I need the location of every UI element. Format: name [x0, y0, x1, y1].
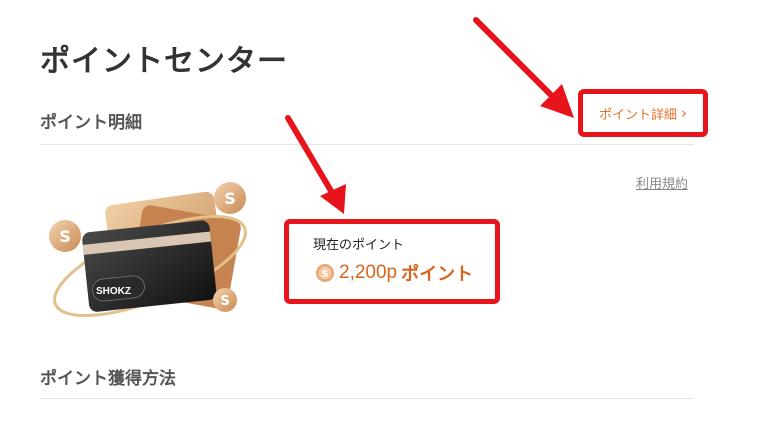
section-title-points-detail: ポイント明細 [40, 113, 142, 133]
coin-icon: S [213, 288, 237, 312]
current-points-box: 現在のポイント S 2,200p ポイント [284, 219, 500, 304]
points-unit: ポイント [401, 264, 474, 285]
points-detail-link[interactable]: ポイント詳細 › [578, 89, 708, 137]
points-amount: 2,200p [339, 262, 398, 283]
annotation-arrow [285, 115, 346, 214]
current-points-value: S 2,200p ポイント [315, 260, 473, 286]
points-card-illustration: SHOKZ S S S [49, 182, 247, 318]
svg-text:S: S [224, 189, 236, 208]
svg-text:S: S [59, 227, 71, 246]
svg-text:S: S [220, 294, 229, 309]
coin-icon: S [49, 220, 81, 252]
points-detail-link-label: ポイント詳細 [598, 107, 677, 123]
coin-icon: S [316, 264, 334, 282]
svg-text:S: S [321, 269, 328, 280]
current-points-label: 現在のポイント [313, 238, 405, 253]
page-title: ポイントセンター [40, 44, 288, 79]
card-brand: SHOKZ [96, 286, 131, 297]
coin-icon: S [214, 182, 246, 214]
section-title-earn-methods: ポイント獲得方法 [40, 369, 176, 389]
divider [40, 398, 694, 399]
terms-link[interactable]: 利用規約 [636, 173, 688, 192]
annotation-arrow [473, 17, 574, 118]
chevron-right-icon: › [681, 104, 687, 122]
divider [40, 144, 694, 145]
